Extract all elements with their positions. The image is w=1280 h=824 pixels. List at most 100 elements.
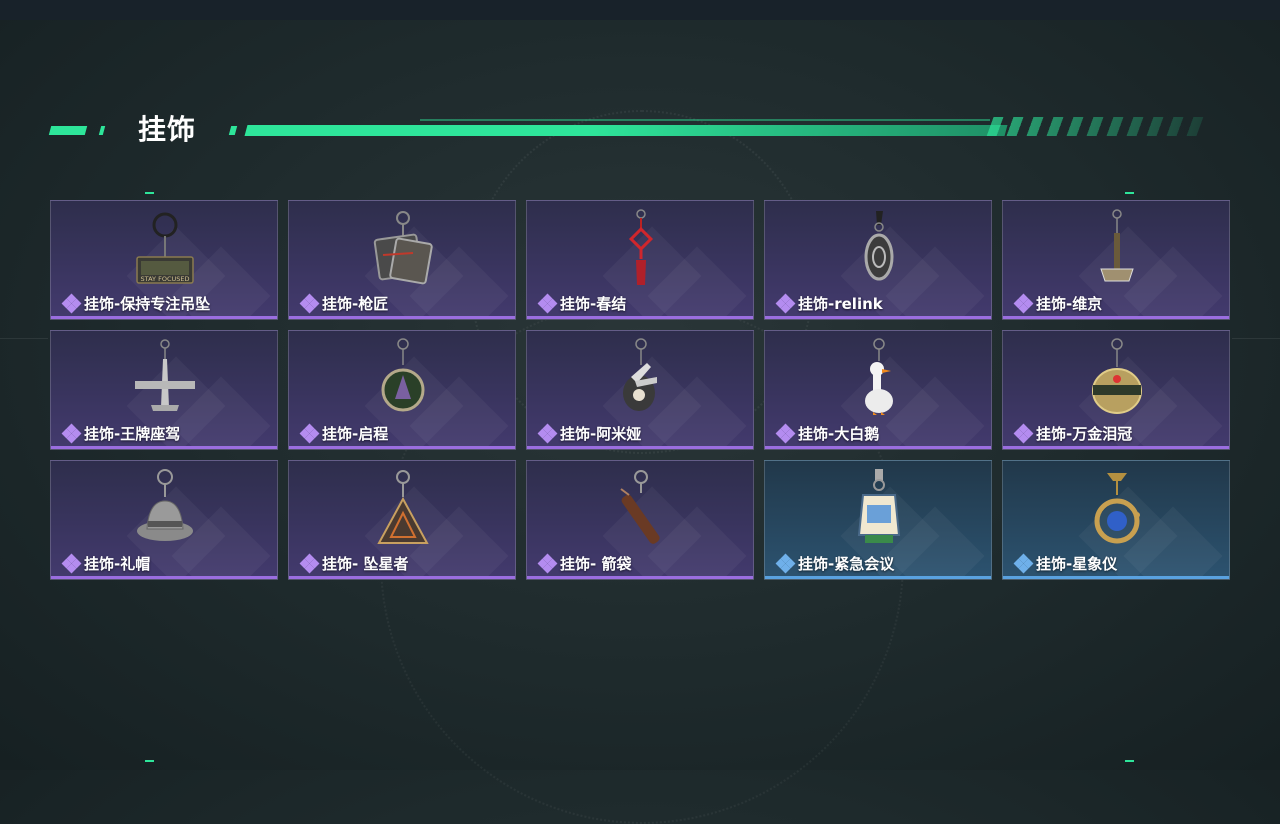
charm-label: 挂饰-维京 bbox=[1013, 293, 1103, 314]
charm-name: 挂饰-紧急会议 bbox=[798, 555, 895, 573]
page-title: 挂饰 bbox=[138, 113, 197, 146]
charm-label: 挂饰-保持专注吊坠 bbox=[61, 293, 211, 314]
charm-name: 挂饰-万金泪冠 bbox=[1036, 425, 1133, 443]
rarity-bar bbox=[1003, 316, 1229, 319]
ace-jet-charm-icon bbox=[135, 339, 195, 411]
rarity-bar bbox=[527, 316, 753, 319]
charm-card[interactable]: 挂饰-礼帽 bbox=[50, 460, 278, 580]
rarity-bar bbox=[527, 576, 753, 579]
corner-tick bbox=[145, 760, 154, 762]
charm-name: 挂饰-保持专注吊坠 bbox=[84, 295, 211, 313]
charm-name: 挂饰-relink bbox=[798, 295, 883, 313]
rarity-bar bbox=[765, 576, 991, 579]
charm-name: 挂饰- 箭袋 bbox=[560, 555, 632, 573]
charm-label: 挂饰-礼帽 bbox=[61, 553, 150, 574]
charm-name: 挂饰-维京 bbox=[1036, 295, 1103, 313]
charm-card[interactable]: 挂饰-启程 bbox=[288, 330, 516, 450]
rarity-bar bbox=[51, 446, 277, 449]
rarity-bar bbox=[289, 316, 515, 319]
rarity-bar bbox=[289, 446, 515, 449]
rarity-bar bbox=[51, 576, 277, 579]
astrolabe-charm-icon bbox=[1094, 473, 1140, 544]
rarity-bar bbox=[1003, 576, 1229, 579]
charm-label: 挂饰-relink bbox=[775, 293, 883, 314]
amiya-charm-icon bbox=[623, 338, 657, 411]
rarity-diamond-icon bbox=[775, 423, 796, 444]
rarity-diamond-icon bbox=[61, 553, 82, 574]
charm-label: 挂饰-万金泪冠 bbox=[1013, 423, 1133, 444]
charm-name: 挂饰-大白鹅 bbox=[798, 425, 880, 443]
rarity-diamond-icon bbox=[775, 293, 796, 314]
charm-card[interactable]: 挂饰-星象仪 bbox=[1002, 460, 1230, 580]
corner-tick bbox=[1125, 192, 1134, 194]
top-bar bbox=[0, 0, 1280, 20]
charm-card[interactable]: 挂饰-阿米娅 bbox=[526, 330, 754, 450]
chinese-knot-charm-icon bbox=[628, 209, 654, 285]
rarity-diamond-icon bbox=[61, 423, 82, 444]
charm-card[interactable]: STAY FOCUSED 挂饰-保持专注吊坠 bbox=[50, 200, 278, 320]
charm-name: 挂饰-星象仪 bbox=[1036, 555, 1118, 573]
side-divider bbox=[1232, 338, 1280, 339]
charm-label: 挂饰-紧急会议 bbox=[775, 553, 895, 574]
charm-label: 挂饰-春结 bbox=[537, 293, 627, 314]
charm-card[interactable]: 挂饰-relink bbox=[764, 200, 992, 320]
charm-card[interactable]: 挂饰-紧急会议 bbox=[764, 460, 992, 580]
corner-tick bbox=[145, 192, 154, 194]
charm-name: 挂饰-阿米娅 bbox=[560, 425, 642, 443]
svg-text:STAY FOCUSED: STAY FOCUSED bbox=[141, 275, 190, 283]
charm-name: 挂饰-启程 bbox=[322, 425, 389, 443]
corner-tick bbox=[1125, 760, 1134, 762]
top-hat-charm-icon bbox=[137, 469, 193, 541]
relink-turtle-charm-icon bbox=[864, 211, 894, 281]
rarity-diamond-icon bbox=[1013, 553, 1034, 574]
viking-hammer-charm-icon bbox=[1100, 209, 1134, 282]
rarity-bar bbox=[51, 316, 277, 319]
charm-card[interactable]: 挂饰-枪匠 bbox=[288, 200, 516, 320]
charm-card[interactable]: 挂饰- 坠星者 bbox=[288, 460, 516, 580]
rarity-diamond-icon bbox=[299, 293, 320, 314]
charm-label: 挂饰- 坠星者 bbox=[299, 553, 409, 574]
charm-name: 挂饰- 坠星者 bbox=[322, 555, 409, 573]
charm-card[interactable]: 挂饰- 箭袋 bbox=[526, 460, 754, 580]
emergency-meeting-charm-icon bbox=[857, 469, 901, 543]
rarity-bar bbox=[527, 446, 753, 449]
golden-crown-charm-icon bbox=[1092, 338, 1142, 414]
charm-label: 挂饰-启程 bbox=[299, 423, 389, 444]
charm-name: 挂饰-春结 bbox=[560, 295, 627, 313]
charm-card[interactable]: 挂饰-万金泪冠 bbox=[1002, 330, 1230, 450]
charm-label: 挂饰-枪匠 bbox=[299, 293, 389, 314]
charm-card[interactable]: 挂饰-维京 bbox=[1002, 200, 1230, 320]
rarity-diamond-icon bbox=[537, 553, 558, 574]
rarity-diamond-icon bbox=[537, 293, 558, 314]
rarity-diamond-icon bbox=[299, 423, 320, 444]
charm-label: 挂饰-星象仪 bbox=[1013, 553, 1118, 574]
rarity-diamond-icon bbox=[299, 553, 320, 574]
charm-label: 挂饰-阿米娅 bbox=[537, 423, 642, 444]
rarity-diamond-icon bbox=[775, 553, 796, 574]
charm-name: 挂饰-枪匠 bbox=[322, 295, 389, 313]
gunsmith-tag-charm-icon bbox=[373, 211, 433, 285]
header-accent-line bbox=[420, 119, 990, 121]
charm-name: 挂饰-王牌座驾 bbox=[84, 425, 181, 443]
charm-card[interactable]: 挂饰-春结 bbox=[526, 200, 754, 320]
rarity-bar bbox=[1003, 446, 1229, 449]
charm-label: 挂饰-大白鹅 bbox=[775, 423, 880, 444]
header-accent bbox=[228, 126, 238, 135]
charm-label: 挂饰- 箭袋 bbox=[537, 553, 632, 574]
header-accent bbox=[98, 126, 106, 135]
rarity-bar bbox=[765, 446, 991, 449]
rarity-diamond-icon bbox=[61, 293, 82, 314]
charm-card[interactable]: 挂饰-王牌座驾 bbox=[50, 330, 278, 450]
rarity-bar bbox=[289, 576, 515, 579]
star-faller-triangle-charm-icon bbox=[377, 470, 429, 544]
rarity-diamond-icon bbox=[537, 423, 558, 444]
header-accent bbox=[48, 126, 88, 135]
white-goose-charm-icon bbox=[865, 338, 893, 415]
rarity-bar bbox=[765, 316, 991, 319]
charm-grid: STAY FOCUSED 挂饰-保持专注吊坠 挂饰-枪匠 挂饰-春结 挂饰-relink… bbox=[50, 200, 1230, 580]
header-checker-pattern bbox=[986, 117, 1204, 136]
charm-card[interactable]: 挂饰-大白鹅 bbox=[764, 330, 992, 450]
departure-medal-charm-icon bbox=[381, 338, 425, 412]
header-accent-bar bbox=[244, 125, 1008, 136]
side-divider bbox=[0, 338, 48, 339]
